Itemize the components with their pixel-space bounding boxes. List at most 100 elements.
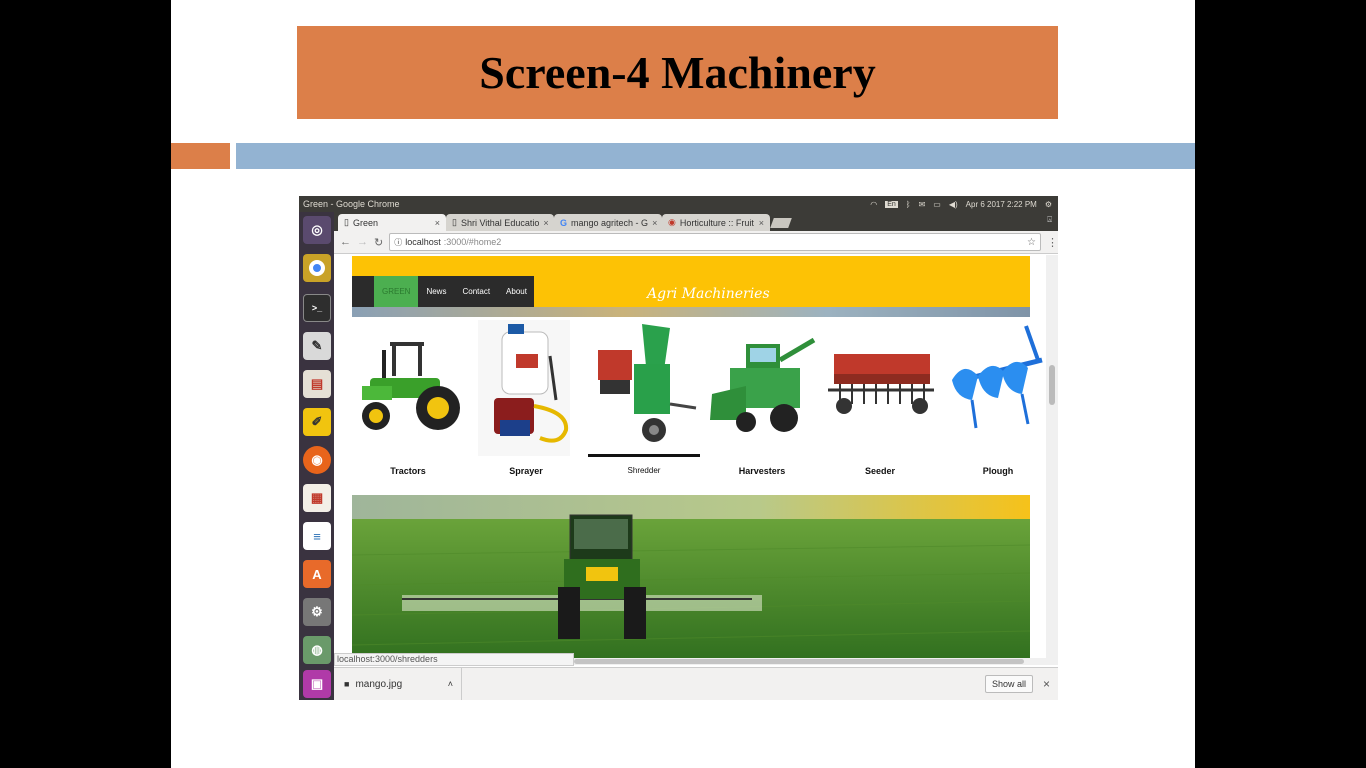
ubuntu-dash-icon[interactable]: ◎ <box>303 216 331 244</box>
plough-image <box>952 325 1043 429</box>
wifi-icon[interactable]: ◠ <box>870 200 877 209</box>
download-item[interactable]: ■ mango.jpg ˄ <box>334 668 462 700</box>
tab-label: mango agritech - G <box>571 217 649 228</box>
keyboard-indicator[interactable]: En <box>885 200 898 208</box>
slide: Screen-4 Machinery Green - Google Chrome… <box>171 0 1195 768</box>
launcher: ◎ >_ ✎ ▤ ✐ ◉ ▦ ≡ A ⚙ ◍ ▣ <box>299 212 334 700</box>
show-all-button[interactable]: Show all <box>984 675 1033 693</box>
header-image-strip <box>352 307 1030 317</box>
bluetooth-icon[interactable]: ᛒ <box>906 200 911 209</box>
firefox-icon[interactable]: ◉ <box>303 446 331 474</box>
tab-label: Horticulture :: Fruit <box>679 217 754 228</box>
vertical-scrollbar[interactable] <box>1046 255 1058 665</box>
google-icon: G <box>560 217 568 228</box>
scroll-thumb[interactable] <box>574 659 1024 664</box>
slide-title: Screen-4 Machinery <box>479 47 876 98</box>
notes-icon[interactable]: ✐ <box>303 408 331 436</box>
product-seeder[interactable]: Seeder <box>824 320 936 480</box>
mail-icon[interactable]: ✉ <box>919 200 926 209</box>
nav-contact[interactable]: Contact <box>454 276 498 307</box>
screenshot: Green - Google Chrome ◠ En ᛒ ✉ ▭ ◀) Apr … <box>299 196 1058 700</box>
download-shelf: ■ mango.jpg ˄ Show all × <box>334 667 1058 700</box>
menu-icon[interactable]: ⋮ <box>1047 236 1058 249</box>
product-harvesters[interactable]: Harvesters <box>706 320 818 480</box>
close-icon[interactable]: × <box>543 218 548 228</box>
tab-green[interactable]: ▯ Green × <box>338 214 446 231</box>
shredder-image <box>588 320 700 457</box>
terminal-icon[interactable]: >_ <box>303 294 331 322</box>
scroll-thumb[interactable] <box>1049 365 1055 405</box>
product-label: Harvesters <box>738 466 786 476</box>
address-bar[interactable]: ⓘ localhost:3000/#home2 ☆ <box>389 233 1042 251</box>
field-banner-image <box>352 495 1030 665</box>
harvester-image <box>710 337 816 432</box>
page-viewport: GREEN News Contact About Agri Machinerie… <box>334 255 1046 665</box>
gear-icon[interactable]: ⚙ <box>1045 200 1052 209</box>
writer-icon[interactable]: ≡ <box>303 522 331 550</box>
toolbar: ← → ↻ ⓘ localhost:3000/#home2 ☆ ⋮ <box>334 231 1058 254</box>
site-favicon-icon: ◉ <box>668 217 676 227</box>
tab-strip: ▯ Green × ▯ Shri Vithal Educatio × G man… <box>334 212 1058 231</box>
software-center-icon[interactable]: A <box>303 560 331 588</box>
product-label: Tractors <box>390 466 426 476</box>
volume-icon[interactable]: ◀) <box>949 200 958 209</box>
site-nav: GREEN News Contact About <box>352 276 534 307</box>
product-shredder[interactable]: Shredder <box>588 320 700 480</box>
system-top-panel: Green - Google Chrome ◠ En ᛒ ✉ ▭ ◀) Apr … <box>299 196 1058 212</box>
workspace-icon[interactable]: ▣ <box>303 670 331 698</box>
close-icon[interactable]: × <box>652 218 657 228</box>
seeder-image <box>828 354 934 414</box>
close-icon[interactable]: × <box>759 218 764 228</box>
sprayer-image <box>478 320 570 456</box>
slide-title-box: Screen-4 Machinery <box>297 26 1058 119</box>
page-icon: ▯ <box>344 217 349 227</box>
impress-icon[interactable]: ▦ <box>303 484 331 512</box>
site-header-title: Agri Machineries <box>647 286 770 302</box>
battery-icon[interactable]: ▭ <box>933 200 941 209</box>
new-tab-button[interactable] <box>770 218 792 228</box>
product-gallery: Tractors Sprayer Shredder Harvesters See… <box>352 320 1046 485</box>
download-filename: mango.jpg <box>355 678 403 690</box>
window-title: Green - Google Chrome <box>303 199 400 209</box>
url-path: :3000/#home2 <box>443 237 502 247</box>
tab-label: Green <box>352 217 378 228</box>
product-label: Shredder <box>627 466 661 475</box>
profile-icon[interactable]: ⍓ <box>1047 215 1052 225</box>
browser-window: ▯ Green × ▯ Shri Vithal Educatio × G man… <box>334 212 1058 700</box>
url-host: localhost <box>405 237 441 247</box>
tab-label: Shri Vithal Educatio <box>460 217 540 228</box>
product-sprayer[interactable]: Sprayer <box>470 320 582 480</box>
nav-news[interactable]: News <box>418 276 454 307</box>
tractor-image <box>362 342 460 430</box>
forward-icon[interactable]: → <box>357 236 368 248</box>
bookmark-star-icon[interactable]: ☆ <box>1027 237 1036 248</box>
disks-icon[interactable]: ◍ <box>303 636 331 664</box>
tab-shri-vithal[interactable]: ▯ Shri Vithal Educatio × <box>446 214 554 231</box>
product-tractors[interactable]: Tractors <box>352 320 464 480</box>
product-label: Seeder <box>864 466 896 476</box>
reload-icon[interactable]: ↻ <box>374 236 383 249</box>
site-header: GREEN News Contact About Agri Machinerie… <box>352 256 1030 317</box>
text-editor-icon[interactable]: ✎ <box>303 332 331 360</box>
clock[interactable]: Apr 6 2017 2:22 PM <box>966 200 1037 209</box>
system-tray: ◠ En ᛒ ✉ ▭ ◀) Apr 6 2017 2:22 PM ⚙ <box>870 200 1058 209</box>
nav-about[interactable]: About <box>498 276 535 307</box>
chrome-icon[interactable] <box>303 254 331 282</box>
chevron-up-icon[interactable]: ˄ <box>448 679 453 689</box>
status-url-bubble: localhost:3000/shredders <box>334 653 574 666</box>
close-icon[interactable]: × <box>435 218 440 228</box>
product-plough[interactable]: Plough <box>942 320 1046 480</box>
back-icon[interactable]: ← <box>340 236 351 248</box>
file-icon: ■ <box>344 679 350 689</box>
info-icon[interactable]: ⓘ <box>394 237 402 248</box>
accent-bar-orange <box>171 143 230 169</box>
close-icon[interactable]: × <box>1043 677 1050 691</box>
settings-icon[interactable]: ⚙ <box>303 598 331 626</box>
files-icon[interactable]: ▤ <box>303 370 331 398</box>
nav-green[interactable]: GREEN <box>374 276 419 307</box>
page-icon: ▯ <box>452 217 457 227</box>
tab-horticulture[interactable]: ◉ Horticulture :: Fruit × <box>662 214 770 231</box>
accent-bar-blue <box>236 143 1195 169</box>
tab-mango-agritech[interactable]: G mango agritech - G × <box>554 214 662 231</box>
product-label: Plough <box>982 466 1014 476</box>
